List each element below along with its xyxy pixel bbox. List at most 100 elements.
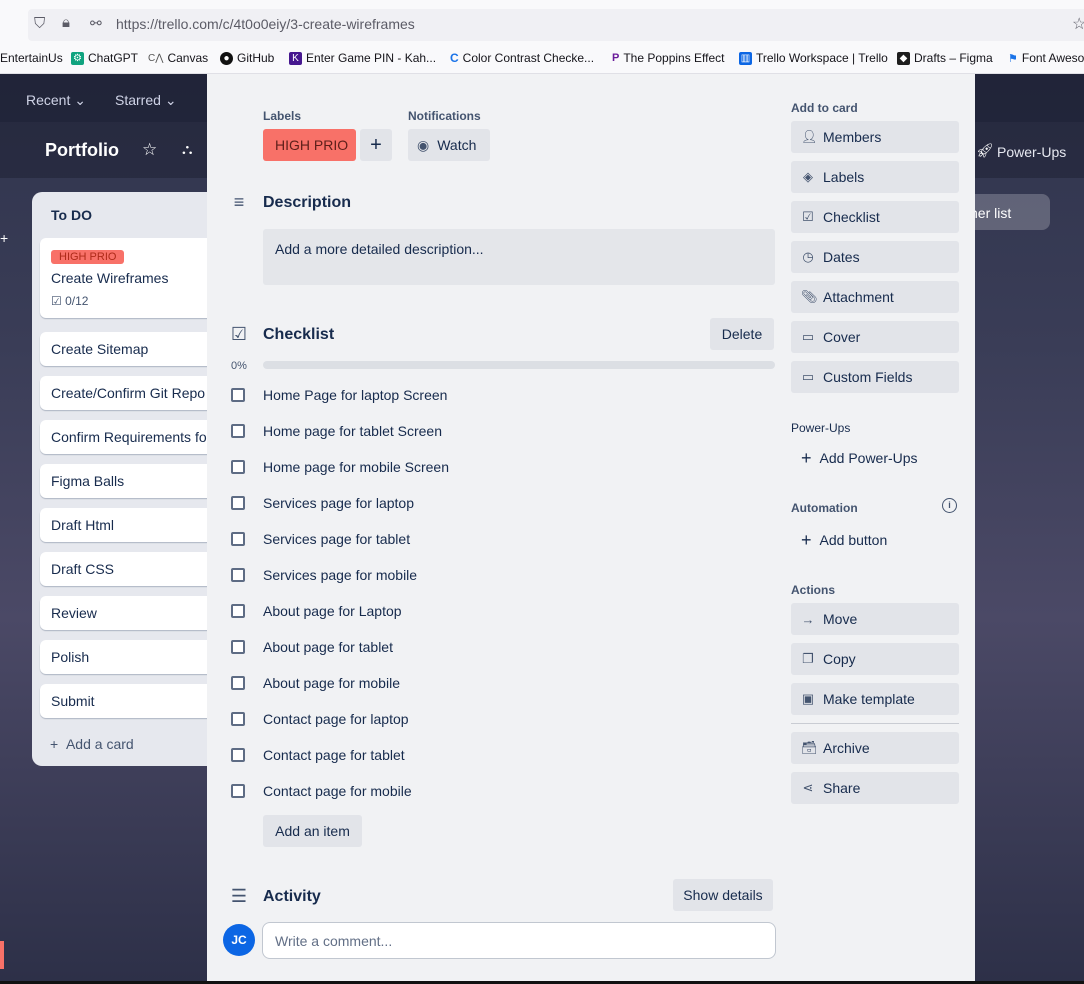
checklist-progress-bar [263, 361, 775, 369]
bookmark-poppins[interactable]: P The Poppins Effect [612, 51, 725, 65]
checklist-item-label[interactable]: About page for tablet [263, 639, 393, 655]
bookmark-chatgpt[interactable]: ⚙ ChatGPT [71, 51, 138, 65]
list-title[interactable]: To DO [51, 207, 92, 223]
list-card[interactable]: Review [40, 596, 230, 630]
checklist-item-checkbox[interactable] [231, 712, 245, 726]
add-label-button[interactable]: + [360, 129, 392, 161]
plus-icon: + [370, 133, 382, 156]
checklist-item-label[interactable]: Contact page for laptop [263, 711, 409, 727]
bookmark-contrast[interactable]: C Color Contrast Checke... [450, 51, 594, 65]
checklist-item-label[interactable]: Home Page for laptop Screen [263, 387, 447, 403]
checklist-button[interactable]: ☑ Checklist [791, 201, 959, 233]
lock-icon[interactable]: 🔒︎ [62, 14, 70, 31]
checklist-item-checkbox[interactable] [231, 568, 245, 582]
checkbox-icon: ☑ [802, 209, 814, 224]
checklist-item-checkbox[interactable] [231, 496, 245, 510]
nav-starred[interactable]: Starred ⌄ [115, 92, 177, 109]
archive-button[interactable]: 🗃︎ Archive [791, 732, 959, 764]
checklist-item-checkbox[interactable] [231, 424, 245, 438]
list-card[interactable]: Draft CSS [40, 552, 230, 586]
person-icon: 👤︎ [801, 129, 818, 144]
list-card[interactable]: Polish [40, 640, 230, 674]
description-input[interactable]: Add a more detailed description... [263, 229, 775, 285]
make-template-button[interactable]: ▣ Make template [791, 683, 959, 715]
bookmark-github[interactable]: ● GitHub [220, 51, 274, 65]
nav-recent[interactable]: Recent ⌄ [26, 92, 86, 109]
bookmark-kahoot[interactable]: K Enter Game PIN - Kah... [289, 51, 436, 65]
shield-icon[interactable]: ⛉ [34, 15, 45, 32]
board-powerups[interactable]: Power-Ups [997, 144, 1066, 160]
bookmark-canvas[interactable]: C⋀ Canvas [148, 51, 208, 65]
bookmarks-bar: EntertainUs ⚙ ChatGPT C⋀ Canvas ● GitHub KE… [0, 46, 1084, 74]
checklist-item-label[interactable]: Services page for laptop [263, 495, 414, 511]
board-title[interactable]: Portfolio [45, 140, 119, 161]
bookmark-figma[interactable]: ◆ Drafts – Figma [897, 51, 993, 65]
checklist-item-label[interactable]: Contact page for mobile [263, 783, 412, 799]
list-card-create-wireframes[interactable]: HIGH PRIO Create Wireframes ☑ 0/12 [40, 238, 230, 318]
plus-icon: + [801, 529, 812, 550]
plus-icon[interactable]: + [0, 230, 8, 246]
watch-button[interactable]: ◉ Watch [408, 129, 490, 161]
labels-button[interactable]: ◈ Labels [791, 161, 959, 193]
show-details-button[interactable]: Show details [673, 879, 773, 911]
add-card-button[interactable]: + Add a card [50, 736, 134, 752]
bookmark-label: Trello Workspace | Trello [756, 51, 888, 65]
custom-fields-button[interactable]: ▭ Custom Fields [791, 361, 959, 393]
checklist-item-checkbox[interactable] [231, 676, 245, 690]
avatar[interactable]: JC [223, 924, 255, 956]
bookmark-fontawesome[interactable]: ⚑ Font Aweso [1008, 51, 1084, 65]
add-item-button[interactable]: Add an item [263, 815, 362, 847]
description-heading: Description [263, 194, 352, 211]
checklist-item-checkbox[interactable] [231, 748, 245, 762]
checklist-item-label[interactable]: About page for Laptop [263, 603, 402, 619]
checklist-item-label[interactable]: About page for mobile [263, 675, 400, 691]
checklist-item-label[interactable]: Home page for mobile Screen [263, 459, 449, 475]
dates-button[interactable]: ◷ Dates [791, 241, 959, 273]
members-label: Members [823, 129, 882, 145]
checklist-item-checkbox[interactable] [231, 532, 245, 546]
list-card[interactable]: Confirm Requirements for [40, 420, 230, 454]
checklist-item-checkbox[interactable] [231, 388, 245, 402]
attachment-button[interactable]: 📎︎ Attachment [791, 281, 959, 313]
members-button[interactable]: 👤︎ Members [791, 121, 959, 153]
move-button[interactable]: → Move [791, 603, 959, 635]
workspace-icon[interactable]: ⛬ [182, 141, 193, 158]
label-high-prio[interactable]: HIGH PRIO [263, 129, 356, 161]
chevron-down-icon: ⌄ [164, 92, 177, 108]
add-powerups-button[interactable]: + Add Power-Ups [791, 442, 959, 474]
checklist-item-checkbox[interactable] [231, 604, 245, 618]
custom-fields-label: Custom Fields [823, 369, 913, 385]
add-another-list-label: her list [970, 205, 1012, 221]
list-card[interactable]: Submit [40, 684, 230, 718]
checklist-item-checkbox[interactable] [231, 640, 245, 654]
checklist-item-label[interactable]: Home page for tablet Screen [263, 423, 442, 439]
chevron-down-icon: ⌄ [74, 92, 86, 108]
nav-recent-label: Recent [26, 92, 71, 108]
bookmark-trello[interactable]: ▥ Trello Workspace | Trello [739, 51, 888, 65]
star-icon[interactable]: ☆ [142, 140, 157, 160]
checklist-item-label[interactable]: Contact page for tablet [263, 747, 405, 763]
list-card[interactable]: Create/Confirm Git Repo [40, 376, 230, 410]
labels-heading: Labels [263, 109, 302, 123]
add-powerups-label: Add Power-Ups [819, 450, 918, 466]
comment-input[interactable] [262, 922, 776, 959]
star-bookmark-icon[interactable]: ☆ [1072, 14, 1084, 34]
url-text[interactable]: https://trello.com/c/4t0o0eiy/3-create-w… [116, 16, 415, 32]
checklist-item-label[interactable]: Services page for tablet [263, 531, 410, 547]
copy-button[interactable]: ❐ Copy [791, 643, 959, 675]
checklist-item-label[interactable]: Services page for mobile [263, 567, 417, 583]
share-button[interactable]: ⋖ Share [791, 772, 959, 804]
list-card[interactable]: Figma Balls [40, 464, 230, 498]
add-automation-button[interactable]: + Add button [791, 524, 959, 556]
cover-button[interactable]: ▭ Cover [791, 321, 959, 353]
bookmark-label: Canvas [167, 51, 209, 65]
permissions-icon[interactable]: ⚯ [90, 15, 102, 32]
checklist-item-checkbox[interactable] [231, 784, 245, 798]
bookmark-entertainus[interactable]: EntertainUs [0, 51, 63, 65]
checklist-item-checkbox[interactable] [231, 460, 245, 474]
delete-checklist-button[interactable]: Delete [710, 318, 774, 350]
copy-icon: ❐ [802, 651, 814, 666]
list-card[interactable]: Create Sitemap [40, 332, 230, 366]
info-icon[interactable]: i [942, 498, 957, 513]
list-card[interactable]: Draft Html [40, 508, 230, 542]
